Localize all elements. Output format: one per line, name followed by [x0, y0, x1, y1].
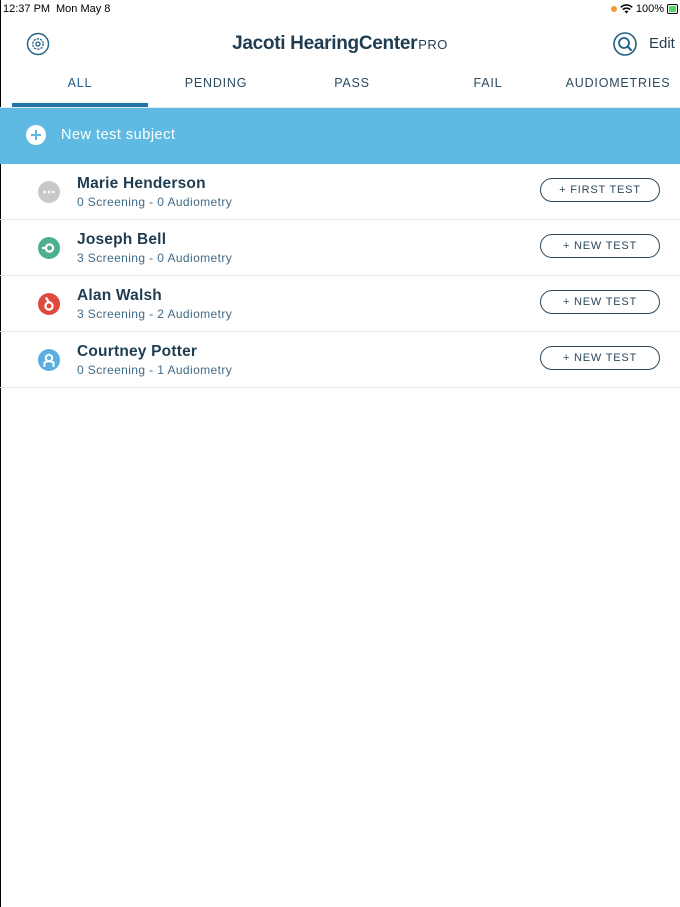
pending-dots-icon	[38, 181, 60, 203]
fail-ear-icon	[38, 293, 60, 315]
first-test-button[interactable]: + FIRST TEST	[540, 178, 660, 202]
subject-summary: 3 Screening - 2 Audiometry	[77, 307, 233, 321]
subject-summary: 0 Screening - 1 Audiometry	[77, 363, 233, 377]
subject-name: Joseph Bell	[77, 231, 167, 248]
subject-name: Courtney Potter	[77, 343, 198, 360]
tab-fail[interactable]: FAIL	[420, 68, 556, 104]
subject-name: Marie Henderson	[77, 175, 206, 192]
search-icon[interactable]	[612, 31, 638, 57]
tab-all[interactable]: ALL	[12, 68, 148, 104]
plus-circle-icon	[26, 125, 46, 145]
app-title-suffix: PRO	[418, 37, 448, 52]
filter-tabs: ALL PENDING PASS FAIL AUDIOMETRIES	[0, 68, 680, 108]
audiometry-icon	[38, 349, 60, 371]
app-header: Jacoti HearingCenterPRO Edit	[0, 22, 680, 66]
subject-summary: 0 Screening - 0 Audiometry	[77, 195, 233, 209]
list-item[interactable]: Marie Henderson 0 Screening - 0 Audiomet…	[0, 164, 680, 220]
list-item[interactable]: Alan Walsh 3 Screening - 2 Audiometry + …	[0, 276, 680, 332]
new-test-button[interactable]: + NEW TEST	[540, 234, 660, 258]
subject-summary: 3 Screening - 0 Audiometry	[77, 251, 233, 265]
new-test-button[interactable]: + NEW TEST	[540, 346, 660, 370]
pass-ear-icon	[38, 237, 60, 259]
tab-pass[interactable]: PASS	[284, 68, 420, 104]
subject-name: Alan Walsh	[77, 287, 162, 304]
tab-audiometries[interactable]: AUDIOMETRIES	[556, 68, 680, 104]
new-test-subject-label: New test subject	[61, 127, 176, 143]
new-test-button[interactable]: + NEW TEST	[540, 290, 660, 314]
wifi-icon	[620, 4, 633, 14]
status-time: 12:37 PM	[3, 3, 51, 15]
status-date: Mon May 8	[56, 3, 111, 15]
page-title: Jacoti HearingCenterPRO	[0, 33, 680, 55]
status-bar: 12:37 PM Mon May 8 100%	[0, 0, 680, 20]
subject-list: Marie Henderson 0 Screening - 0 Audiomet…	[0, 164, 680, 388]
list-item[interactable]: Joseph Bell 3 Screening - 0 Audiometry +…	[0, 220, 680, 276]
list-item[interactable]: Courtney Potter 0 Screening - 1 Audiomet…	[0, 332, 680, 388]
edit-button[interactable]: Edit	[649, 35, 675, 52]
new-test-subject-button[interactable]: New test subject	[0, 108, 680, 164]
battery-charging-icon	[667, 4, 678, 14]
status-indicators: 100%	[610, 3, 678, 15]
tab-pending[interactable]: PENDING	[148, 68, 284, 104]
app-title-brand: Jacoti HearingCenter	[232, 33, 418, 54]
orange-dot-icon	[610, 6, 617, 12]
battery-percent: 100%	[635, 3, 664, 15]
